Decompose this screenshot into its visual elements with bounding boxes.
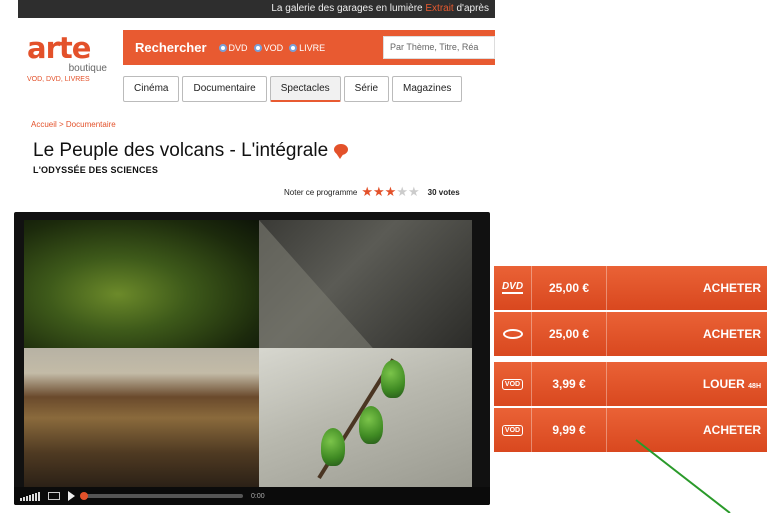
play-icon[interactable] <box>68 491 75 501</box>
rent-button[interactable]: LOUER 48H <box>607 377 767 391</box>
rating: Noter ce programme ★ ★ ★ ★ ★ 30 votes <box>284 185 460 198</box>
top-strip: La galerie des garages en lumière Extrai… <box>18 0 495 18</box>
rating-label: Noter ce programme <box>284 187 358 197</box>
tab-serie[interactable]: Série <box>343 76 390 102</box>
tab-cinema[interactable]: Cinéma <box>123 76 180 102</box>
volume-icon[interactable] <box>20 491 40 501</box>
comment-bubble-icon[interactable] <box>332 143 350 159</box>
arte-logo[interactable]: arte boutique VOD, DVD, LIVRES <box>27 31 115 84</box>
offer-vod-rent[interactable]: VOD 3,99 € LOUER 48H <box>494 362 767 406</box>
buy-button[interactable]: ACHETER <box>607 327 767 341</box>
offer-price: 3,99 € <box>532 362 607 406</box>
player-controls: 0:00 <box>14 487 490 505</box>
radio-icon[interactable] <box>218 43 227 52</box>
top-strip-suffix: d'après <box>456 3 490 14</box>
tab-spectacles[interactable]: Spectacles <box>269 76 341 102</box>
star-icon[interactable]: ★ <box>396 185 408 198</box>
page: La galerie des garages en lumière Extrai… <box>0 0 767 513</box>
page-title: Le Peuple des volcans - L'intégrale <box>33 140 350 162</box>
search-option-livre[interactable]: LIVRE <box>289 43 325 53</box>
offer-price: 25,00 € <box>532 312 607 356</box>
offer-dvd[interactable]: DVD 25,00 € ACHETER <box>494 266 767 310</box>
tab-magazines[interactable]: Magazines <box>392 76 463 102</box>
video-frame-forest <box>24 220 259 355</box>
vod-rent-icon: VOD <box>494 362 532 406</box>
video-frame-crater <box>24 348 259 488</box>
buy-button[interactable]: ACHETER <box>607 423 767 437</box>
player-time: 0:00 <box>251 492 265 500</box>
logo-word: arte <box>27 31 91 65</box>
tab-documentaire[interactable]: Documentaire <box>182 76 267 102</box>
bluray-icon <box>494 312 532 356</box>
offer-bluray[interactable]: 25,00 € ACHETER <box>494 312 767 356</box>
offer-price: 9,99 € <box>532 408 607 452</box>
logo-tagline: VOD, DVD, LIVRES <box>27 76 90 83</box>
offer-vod-buy[interactable]: VOD 9,99 € ACHETER <box>494 408 767 452</box>
program-title: Le Peuple des volcans - L'intégrale <box>33 140 329 161</box>
search-option-dvd[interactable]: DVD <box>218 42 248 53</box>
search-option-vod[interactable]: VOD <box>253 42 284 53</box>
search-label: Rechercher <box>135 40 207 55</box>
video-frame-parrots <box>259 348 472 488</box>
rating-stars[interactable]: ★ ★ ★ ★ ★ <box>361 185 420 198</box>
star-icon[interactable]: ★ <box>408 185 420 198</box>
offer-list: DVD 25,00 € ACHETER 25,00 € ACHETER VOD … <box>494 266 767 454</box>
vod-buy-icon: VOD <box>494 408 532 452</box>
search-option-label: VOD <box>263 42 284 53</box>
seek-bar[interactable] <box>80 492 243 500</box>
radio-icon[interactable] <box>253 43 262 52</box>
search-option-label: LIVRE <box>299 42 326 53</box>
dvd-icon: DVD <box>494 266 532 310</box>
breadcrumb[interactable]: Accueil > Documentaire <box>31 120 116 129</box>
star-icon[interactable]: ★ <box>385 185 397 198</box>
search-option-label: DVD <box>228 42 248 53</box>
star-icon[interactable]: ★ <box>373 185 385 198</box>
seek-knob[interactable] <box>80 492 88 500</box>
vote-count: 30 votes <box>427 187 460 197</box>
video-frame-rock <box>259 220 472 355</box>
star-icon[interactable]: ★ <box>361 185 373 198</box>
video-player[interactable]: 0:00 <box>14 212 490 505</box>
radio-icon[interactable] <box>289 43 298 52</box>
program-series: L'ODYSSÉE DES SCIENCES <box>33 165 159 175</box>
top-strip-highlight[interactable]: Extrait <box>425 3 453 14</box>
offer-price: 25,00 € <box>532 266 607 310</box>
search-bar: Rechercher DVD VOD LIVRE Par Thème, Titr… <box>123 30 495 65</box>
category-tabs: Cinéma Documentaire Spectacles Série Mag… <box>123 76 463 106</box>
picture-in-picture-icon[interactable] <box>48 492 60 500</box>
search-input[interactable]: Par Thème, Titre, Réa <box>383 36 495 59</box>
top-strip-text: La galerie des garages en lumière <box>271 3 423 14</box>
buy-button[interactable]: ACHETER <box>607 281 767 295</box>
